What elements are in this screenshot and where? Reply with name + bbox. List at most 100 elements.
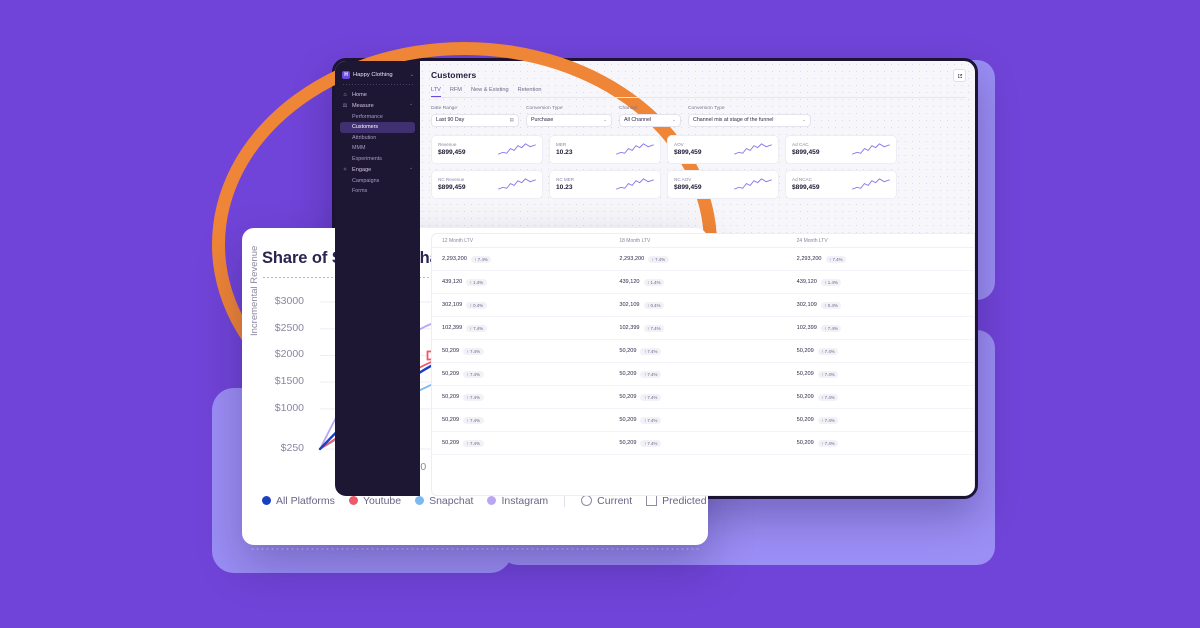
legend-item-all-platforms[interactable]: All Platforms [262, 495, 335, 507]
table-cell: 50,209 ↑ 7.4% [797, 416, 974, 424]
kpi-card-ad-cac[interactable]: Ad CAC $899,459 [785, 134, 897, 164]
tab-bar: LTV RFM New & Existing Retention [431, 87, 975, 97]
sidebar-item-measure[interactable]: ⚖ Measure ⌃ [335, 100, 420, 111]
chevron-down-icon: ⌄ [802, 117, 806, 122]
table-cell: 439,120 ↑ 1.4% [442, 278, 619, 286]
cell-value: 50,209 [796, 394, 814, 400]
sparkline-icon [734, 177, 772, 190]
table-cell: 50,209 ↑ 7.4% [619, 416, 796, 424]
legend-label: Predicted [662, 494, 707, 507]
cell-value: 302,109 [796, 302, 817, 308]
kpi-card-nc-mer[interactable]: NC MER 10.23 [549, 169, 661, 199]
legend-swatch [487, 496, 497, 505]
kpi-card-aov[interactable]: AOV $899,459 [667, 134, 779, 164]
cell-value: 50,209 [619, 348, 637, 354]
table-cell: 50,209 ↑ 7.4% [797, 370, 974, 378]
cell-value: 50,209 [442, 440, 460, 446]
table-row[interactable]: 2,293,200 ↑ 7.4% 2,293,200 ↑ 7.4% 2,293,200 ↑… [432, 248, 974, 271]
dashboard-window: H Happy Clothing ⌄ ⌂ Home ⚖ Measure ⌃ Pe… [332, 58, 978, 499]
cell-value: 439,120 [442, 279, 463, 285]
filter-value: Last 90 Day [436, 117, 465, 123]
table-row[interactable]: 50,209 ↑ 7.4% 50,209 ↑ 7.4% 50,209 ↑ 7.4% [432, 340, 974, 363]
table-row[interactable]: 50,209 ↑ 7.4% 50,209 ↑ 7.4% 50,209 ↑ 7.4% [432, 432, 974, 455]
delta-badge: ↑ 7.4% [643, 324, 664, 332]
sidebar-item-home[interactable]: ⌂ Home [335, 89, 420, 100]
delta-badge: ↑ 7.4% [463, 439, 484, 447]
kpi-title: NC MER [556, 177, 575, 182]
sparkline-icon [734, 142, 772, 155]
table-row[interactable]: 302,109 ↑ 0.4% 302,109 ↑ 0.4% 302,109 ↑ 0.4% [432, 294, 974, 317]
kpi-card-nc-revenue[interactable]: NC Revenue $899,459 [431, 169, 543, 199]
delta-badge: ↑ 1.4% [820, 278, 842, 286]
table-cell: 439,120 ↑ 1.4% [797, 278, 974, 286]
table-cell: 102,399 ↑ 7.4% [797, 324, 974, 332]
sidebar-divider [342, 84, 414, 85]
tab-rfm[interactable]: RFM [450, 87, 462, 97]
filter-conversion-type[interactable]: Conversion Type Purchase ⌄ [526, 106, 612, 127]
table-body: 2,293,200 ↑ 7.4% 2,293,200 ↑ 7.4% 2,293,200 ↑… [432, 248, 974, 455]
table-cell: 50,209 ↑ 7.4% [619, 393, 796, 401]
cell-value: 102,399 [442, 325, 463, 331]
kpi-card-revenue[interactable]: Revenue $899,459 [431, 134, 543, 164]
filter-date-range[interactable]: Date Range Last 90 Day ▤ [431, 106, 519, 127]
sidebar-item-forms[interactable]: Forms [335, 186, 420, 197]
brand[interactable]: H Happy Clothing ⌄ [335, 69, 420, 84]
table-row[interactable]: 102,399 ↑ 7.4% 102,399 ↑ 7.4% 102,399 ↑ 7.4% [432, 317, 974, 340]
dashboard-main: Customers LTV RFM New & Existing Retenti… [420, 61, 975, 496]
cell-value: 2,293,200 [442, 256, 467, 262]
sidebar-item-label: Measure [352, 102, 374, 109]
table-cell: 302,109 ↑ 0.4% [619, 301, 796, 309]
filter-value: Channel mix at stage of the funnel [693, 117, 774, 123]
sidebar-item-campaigns[interactable]: Campaigns [335, 176, 420, 187]
brand-name: Happy Clothing [353, 72, 393, 78]
sidebar-item-performance[interactable]: Performance [335, 111, 420, 122]
kpi-card-nc-aov[interactable]: NC AOV $899,459 [667, 169, 779, 199]
filter-label: Conversion Type [526, 106, 563, 111]
cell-value: 2,293,200 [796, 256, 822, 262]
sidebar-item-attribution[interactable]: Attribution [335, 133, 420, 144]
delta-badge: ↑ 0.4% [820, 301, 842, 309]
cell-value: 302,109 [442, 302, 463, 308]
sidebar: H Happy Clothing ⌄ ⌂ Home ⚖ Measure ⌃ Pe… [335, 61, 420, 496]
legend-item-instagram[interactable]: Instagram [487, 495, 548, 507]
tab-new-existing[interactable]: New & Existing [471, 87, 509, 97]
filter-value: All Channel [624, 117, 652, 123]
cell-value: 50,209 [442, 348, 460, 354]
kpi-value: $899,459 [792, 149, 820, 156]
sidebar-item-experiments[interactable]: Experiments [335, 154, 420, 165]
filter-label: Channel [619, 106, 638, 111]
filter-bar: Date Range Last 90 Day ▤ Conversion Type… [431, 106, 975, 127]
table-row[interactable]: 50,209 ↑ 7.4% 50,209 ↑ 7.4% 50,209 ↑ 7.4% [432, 409, 974, 432]
chevron-up-icon: ⌃ [409, 102, 413, 108]
delta-badge: ↑ 7.4% [463, 347, 484, 355]
kpi-card-ad-ncac[interactable]: Ad NCAC $899,459 [785, 169, 897, 199]
delta-badge: ↑ 7.4% [463, 370, 484, 378]
poster-stage: H Happy Clothing ⌄ ⌂ Home ⚖ Measure ⌃ Pe… [0, 0, 1200, 628]
table-cell: 50,209 ↑ 7.4% [442, 439, 619, 447]
column-header: 24 Month LTV [796, 237, 828, 244]
table-row[interactable]: 439,120 ↑ 1.4% 439,120 ↑ 1.4% 439,120 ↑ 1.4% [432, 271, 974, 294]
tab-retention[interactable]: Retention [518, 87, 542, 97]
filter-channel[interactable]: Channel All Channel ⌄ [619, 106, 681, 127]
decor-dotted-strip [250, 548, 700, 550]
table-row[interactable]: 50,209 ↑ 7.4% 50,209 ↑ 7.4% 50,209 ↑ 7.4% [432, 386, 974, 409]
sparkline-icon [852, 177, 890, 190]
legend-item-current[interactable]: Current [581, 495, 632, 507]
legend-item-snapchat[interactable]: Snapchat [415, 495, 473, 507]
table-row[interactable]: 50,209 ↑ 7.4% 50,209 ↑ 7.4% 50,209 ↑ 7.4% [432, 363, 974, 386]
legend-item-predicted[interactable]: Predicted [646, 494, 707, 507]
kpi-card-mer[interactable]: MER 10.23 [549, 134, 661, 164]
tab-ltv[interactable]: LTV [431, 87, 441, 97]
kpi-title: Ad NCAC [792, 177, 812, 182]
kpi-grid: Revenue $899,459 MER 10.23 AOV $899,459 [431, 134, 975, 199]
export-button[interactable] [953, 69, 966, 82]
sidebar-item-customers[interactable]: Customers [340, 121, 415, 133]
legend-item-youtube[interactable]: Youtube [348, 495, 401, 507]
home-icon: ⌂ [343, 91, 347, 98]
filter-funnel-stage[interactable]: Conversion Type Channel mix at stage of … [688, 106, 811, 127]
table-header-row: 12 Month LTV 18 Month LTV 24 Month LTV [432, 234, 974, 248]
table-cell: 50,209 ↑ 7.4% [619, 370, 796, 378]
brand-logo-icon: H [342, 71, 350, 79]
sidebar-item-engage[interactable]: ✧ Engage ⌃ [335, 164, 420, 175]
sidebar-item-mmm[interactable]: MMM [335, 143, 420, 154]
